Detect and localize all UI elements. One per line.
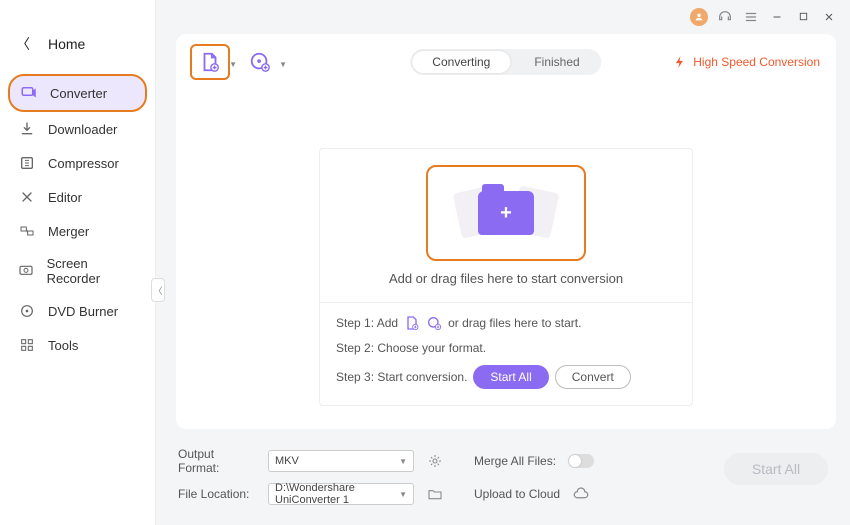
add-dvd-mini-icon[interactable]: [426, 315, 442, 331]
bolt-icon: [673, 55, 687, 69]
titlebar: [156, 0, 850, 26]
sidebar-item-label: Converter: [50, 86, 107, 101]
convert-pill[interactable]: Convert: [555, 365, 631, 389]
step2-text: Step 2: Choose your format.: [336, 341, 486, 355]
output-format-value: MKV: [275, 455, 299, 467]
open-folder-icon[interactable]: [426, 485, 444, 503]
dvd-burner-icon: [18, 302, 36, 320]
folder-illustration: +: [451, 181, 561, 245]
close-icon[interactable]: [820, 8, 838, 26]
editor-icon: [18, 188, 36, 206]
sidebar-item-label: Compressor: [48, 156, 119, 171]
drop-upper: + Add or drag files here to start conver…: [320, 149, 692, 302]
cloud-icon[interactable]: [572, 485, 590, 503]
tools-icon: [18, 336, 36, 354]
sidebar: 〈 Home Converter Downloader Compressor: [0, 0, 156, 525]
add-file-mini-icon[interactable]: [404, 315, 420, 331]
support-icon[interactable]: [716, 8, 734, 26]
tab-finished[interactable]: Finished: [512, 49, 601, 75]
step3-text: Step 3: Start conversion.: [336, 370, 467, 384]
start-all-pill[interactable]: Start All: [473, 365, 548, 389]
add-file-button[interactable]: ▼: [190, 44, 230, 80]
step-2: Step 2: Choose your format.: [336, 341, 676, 355]
sidebar-item-label: Downloader: [48, 122, 117, 137]
sidebar-item-label: DVD Burner: [48, 304, 118, 319]
sidebar-item-label: Tools: [48, 338, 78, 353]
converter-icon: [20, 84, 38, 102]
sidebar-item-converter[interactable]: Converter: [8, 74, 147, 112]
downloader-icon: [18, 120, 36, 138]
home-row: 〈 Home: [0, 8, 155, 74]
sidebar-item-editor[interactable]: Editor: [8, 180, 147, 214]
hsp-label: High Speed Conversion: [693, 55, 820, 69]
sidebar-item-downloader[interactable]: Downloader: [8, 112, 147, 146]
sidebar-item-compressor[interactable]: Compressor: [8, 146, 147, 180]
merge-all-label: Merge All Files:: [474, 454, 556, 468]
main-area: ▼ ▼ Converting Finished High Speed Conve…: [156, 0, 850, 525]
screen-recorder-icon: [18, 262, 35, 280]
sidebar-item-screen-recorder[interactable]: Screen Recorder: [8, 248, 147, 294]
start-all-button[interactable]: Start All: [724, 453, 828, 485]
add-dvd-button[interactable]: ▼: [240, 44, 280, 80]
minimize-icon[interactable]: [768, 8, 786, 26]
plus-icon: +: [500, 202, 512, 225]
nav-list: Converter Downloader Compressor Editor M…: [0, 74, 155, 362]
chevron-down-icon[interactable]: ▼: [229, 60, 237, 69]
toolbar: ▼ ▼ Converting Finished High Speed Conve…: [176, 34, 836, 86]
chevron-down-icon: ▼: [399, 457, 407, 466]
upload-cloud-label: Upload to Cloud: [474, 487, 560, 501]
content-card: ▼ ▼ Converting Finished High Speed Conve…: [176, 34, 836, 429]
sidebar-item-label: Screen Recorder: [47, 256, 137, 286]
sidebar-item-tools[interactable]: Tools: [8, 328, 147, 362]
step-1: Step 1: Add or drag files here to start.: [336, 315, 676, 331]
tab-segment: Converting Finished: [410, 49, 601, 75]
menu-icon[interactable]: [742, 8, 760, 26]
dropzone-area: + Add or drag files here to start conver…: [176, 86, 836, 429]
file-location-row: File Location: D:\Wondershare UniConvert…: [178, 483, 832, 505]
dropzone-text: Add or drag files here to start conversi…: [389, 271, 623, 286]
merger-icon: [18, 222, 36, 240]
merge-all-toggle[interactable]: [568, 454, 594, 468]
step-3: Step 3: Start conversion. Start All Conv…: [336, 365, 676, 389]
sidebar-item-label: Editor: [48, 190, 82, 205]
file-location-dropdown[interactable]: D:\Wondershare UniConverter 1 ▼: [268, 483, 414, 505]
file-location-value: D:\Wondershare UniConverter 1: [275, 482, 399, 506]
avatar-icon[interactable]: [690, 8, 708, 26]
chevron-down-icon[interactable]: ▼: [279, 60, 287, 69]
chevron-down-icon: ▼: [399, 490, 407, 499]
footer: Output Format: MKV ▼ Merge All Files: Fi…: [156, 437, 850, 525]
high-speed-conversion-button[interactable]: High Speed Conversion: [673, 55, 820, 69]
drop-target[interactable]: +: [426, 165, 586, 261]
sidebar-item-dvd-burner[interactable]: DVD Burner: [8, 294, 147, 328]
compressor-icon: [18, 154, 36, 172]
drop-card: + Add or drag files here to start conver…: [319, 148, 693, 406]
maximize-icon[interactable]: [794, 8, 812, 26]
file-location-label: File Location:: [178, 487, 256, 501]
step1-text-a: Step 1: Add: [336, 316, 398, 330]
back-arrow-icon[interactable]: 〈: [12, 32, 34, 56]
settings-icon[interactable]: [426, 452, 444, 470]
home-label[interactable]: Home: [48, 36, 85, 52]
output-format-label: Output Format:: [178, 447, 256, 475]
step1-text-b: or drag files here to start.: [448, 316, 581, 330]
sidebar-item-merger[interactable]: Merger: [8, 214, 147, 248]
sidebar-item-label: Merger: [48, 224, 89, 239]
tab-converting[interactable]: Converting: [412, 51, 510, 73]
steps-panel: Step 1: Add or drag files here to start.…: [320, 302, 692, 405]
output-format-dropdown[interactable]: MKV ▼: [268, 450, 414, 472]
